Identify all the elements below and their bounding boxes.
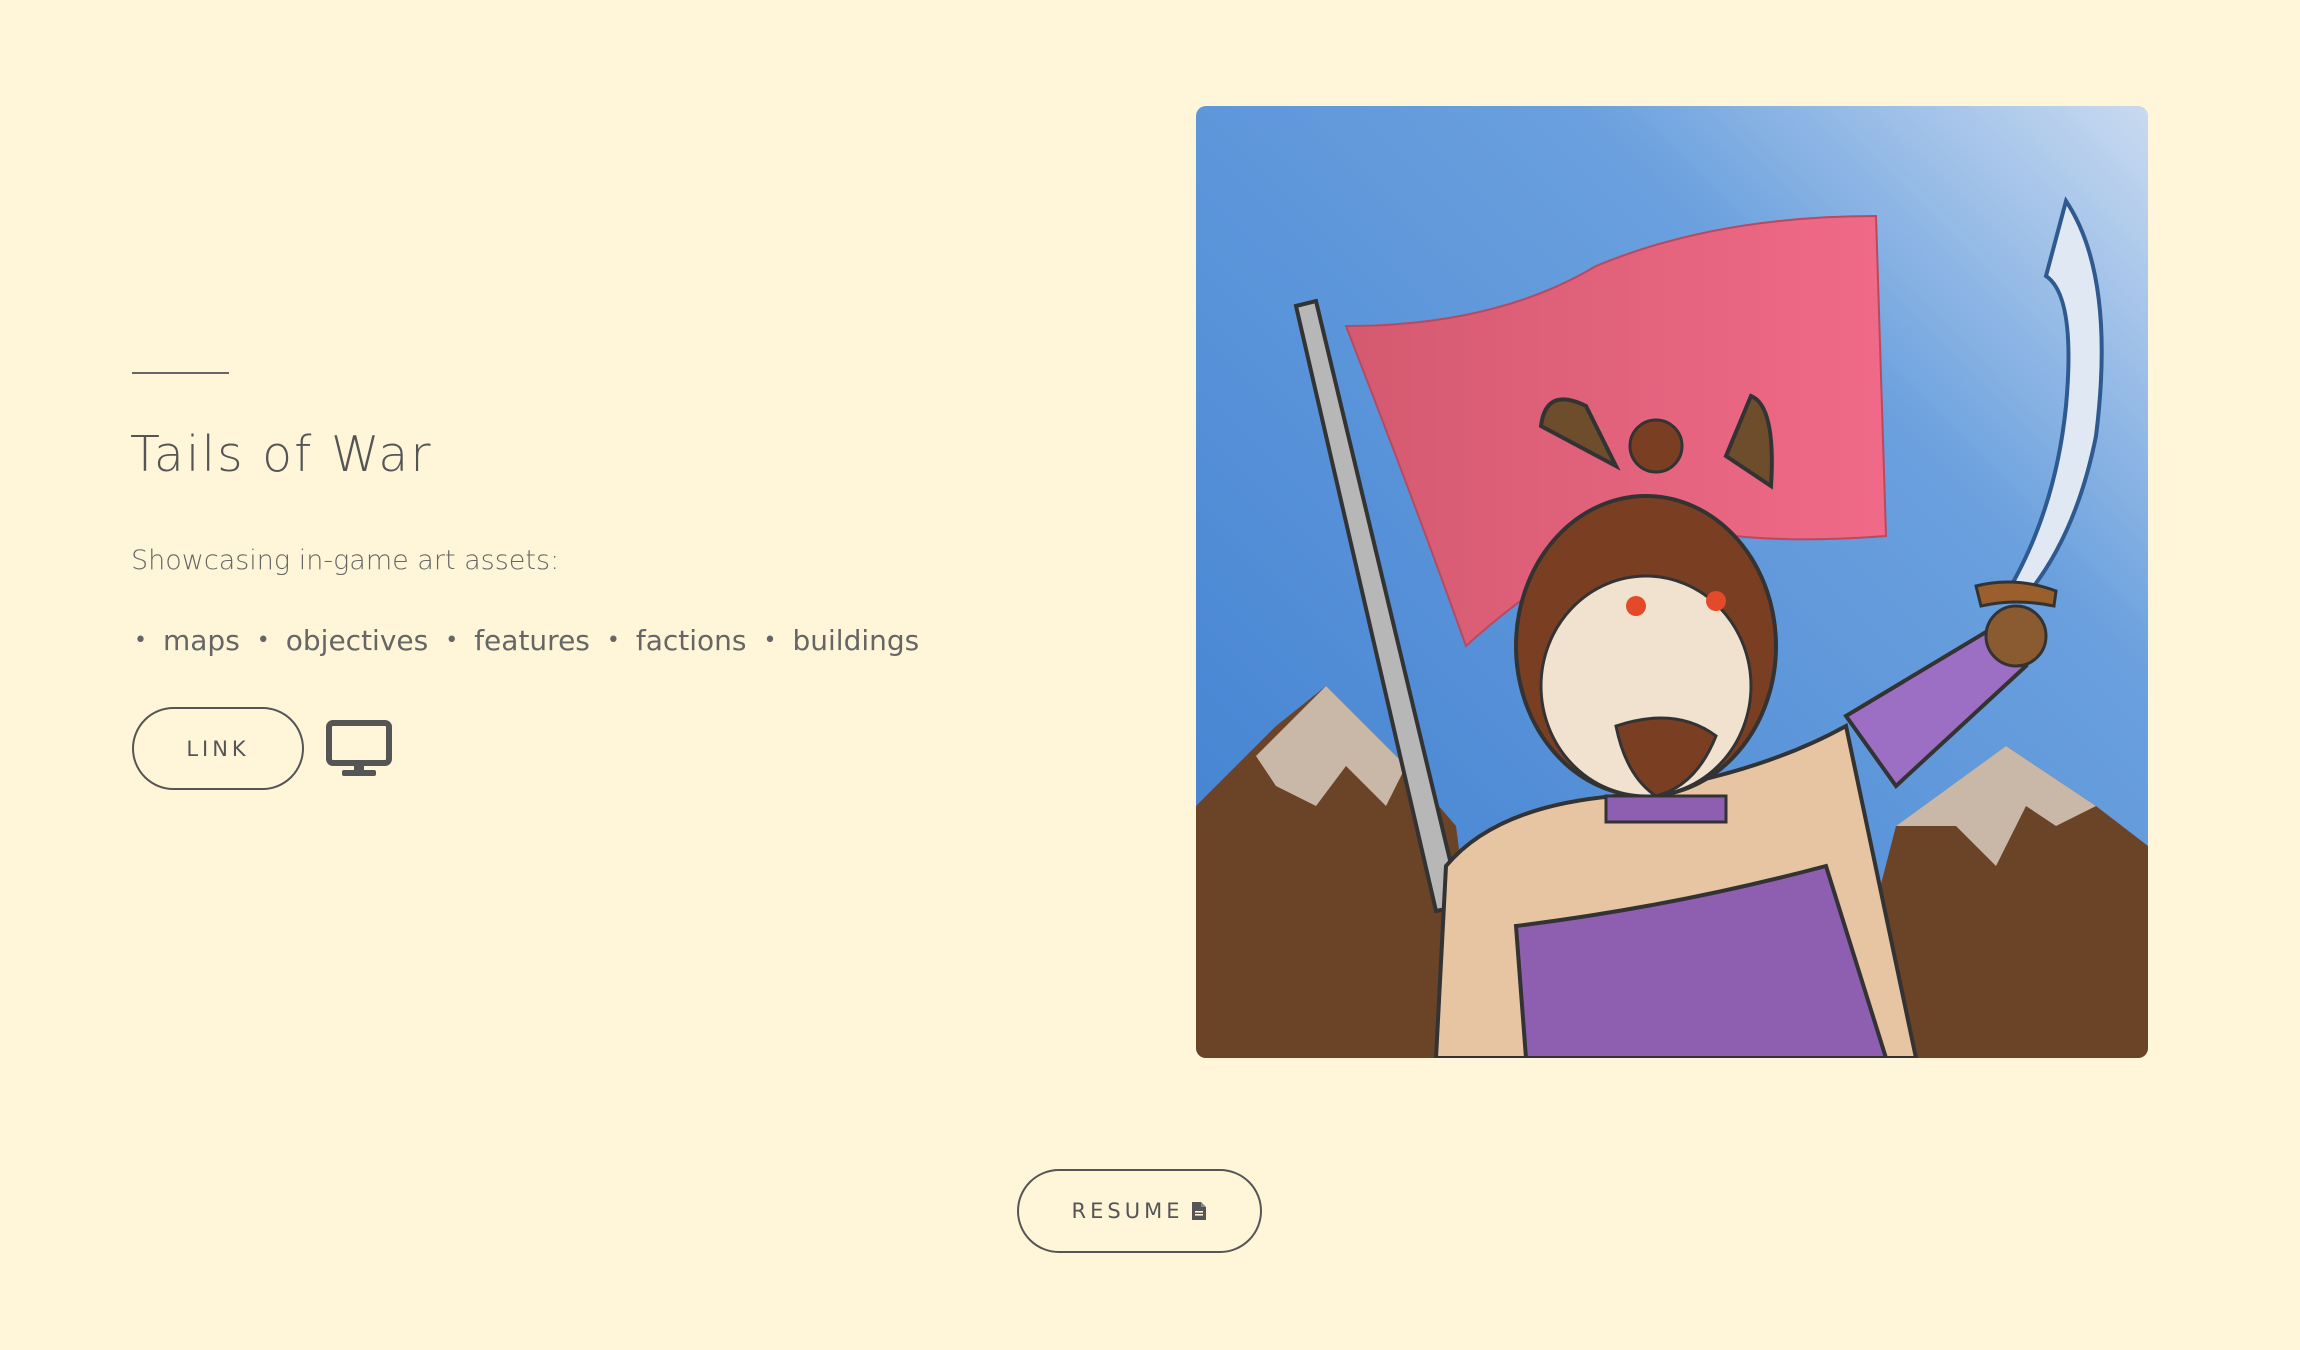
tag-label: buildings bbox=[792, 624, 920, 657]
title-divider bbox=[132, 372, 229, 374]
tag-item: • buildings bbox=[764, 624, 920, 657]
tag-item: • maps bbox=[134, 624, 240, 657]
bullet-icon: • bbox=[606, 628, 620, 653]
link-button[interactable]: LINK bbox=[132, 707, 304, 790]
fox-warrior-illustration bbox=[1196, 106, 2148, 1058]
tag-item: • factions bbox=[607, 624, 747, 657]
tag-label: factions bbox=[635, 624, 747, 657]
project-description: Showcasing in-game art assets: bbox=[131, 545, 560, 576]
resume-button[interactable]: RESUME bbox=[1017, 1169, 1262, 1253]
desktop-monitor-icon[interactable] bbox=[326, 720, 392, 778]
tag-label: maps bbox=[162, 624, 240, 657]
project-title: Tails of War bbox=[130, 426, 433, 483]
tag-label: features bbox=[474, 624, 590, 657]
bullet-icon: • bbox=[763, 628, 777, 653]
tag-item: • objectives bbox=[257, 624, 428, 657]
bullet-icon: • bbox=[445, 628, 459, 653]
resume-label: RESUME bbox=[1071, 1199, 1184, 1223]
project-artwork bbox=[1196, 106, 2148, 1058]
tag-label: objectives bbox=[285, 624, 429, 657]
tag-item: • features bbox=[445, 624, 590, 657]
tag-list: • maps • objectives • features • factions • b… bbox=[134, 624, 936, 657]
bullet-icon: • bbox=[134, 628, 147, 653]
bullet-icon: • bbox=[256, 628, 270, 653]
document-icon bbox=[1192, 1202, 1207, 1220]
